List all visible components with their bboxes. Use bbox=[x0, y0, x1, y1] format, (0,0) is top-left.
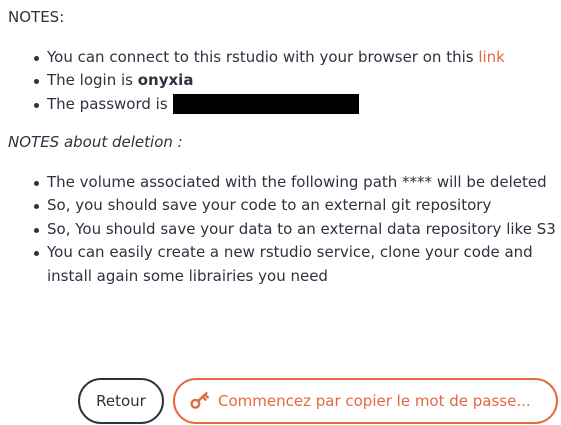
notes-heading: NOTES: bbox=[8, 8, 65, 26]
notes-list: You can connect to this rstudio with you… bbox=[8, 46, 558, 117]
list-item-password: The password is bbox=[8, 93, 558, 117]
rstudio-link[interactable]: link bbox=[478, 48, 505, 66]
login-value: onyxia bbox=[137, 71, 194, 89]
list-item-login: The login is onyxia bbox=[8, 69, 558, 93]
deletion-notes-heading: NOTES about deletion : bbox=[8, 133, 183, 151]
password-redacted-value bbox=[173, 93, 360, 114]
notes-content: NOTES: You can connect to this rstudio w… bbox=[8, 6, 558, 288]
list-item: So, You should save your data to an exte… bbox=[8, 218, 558, 242]
deletion-notes-list: The volume associated with the following… bbox=[8, 171, 558, 289]
copy-password-button[interactable]: Commencez par copier le mot de passe... bbox=[173, 378, 558, 424]
connect-text: You can connect to this rstudio with you… bbox=[47, 47, 479, 66]
back-button-label: Retour bbox=[96, 392, 146, 410]
copy-password-button-label: Commencez par copier le mot de passe... bbox=[218, 392, 531, 410]
key-icon bbox=[189, 390, 211, 412]
list-item: You can easily create a new rstudio serv… bbox=[8, 241, 558, 288]
list-item: So, you should save your code to an exte… bbox=[8, 194, 558, 218]
list-item: The volume associated with the following… bbox=[8, 171, 558, 195]
list-item-connect: You can connect to this rstudio with you… bbox=[8, 46, 558, 70]
back-button[interactable]: Retour bbox=[78, 378, 164, 424]
password-text: The password is bbox=[47, 94, 173, 113]
login-text: The login is bbox=[47, 71, 138, 89]
dialog-actions: Retour Commencez par copier le mot de pa… bbox=[0, 378, 561, 425]
